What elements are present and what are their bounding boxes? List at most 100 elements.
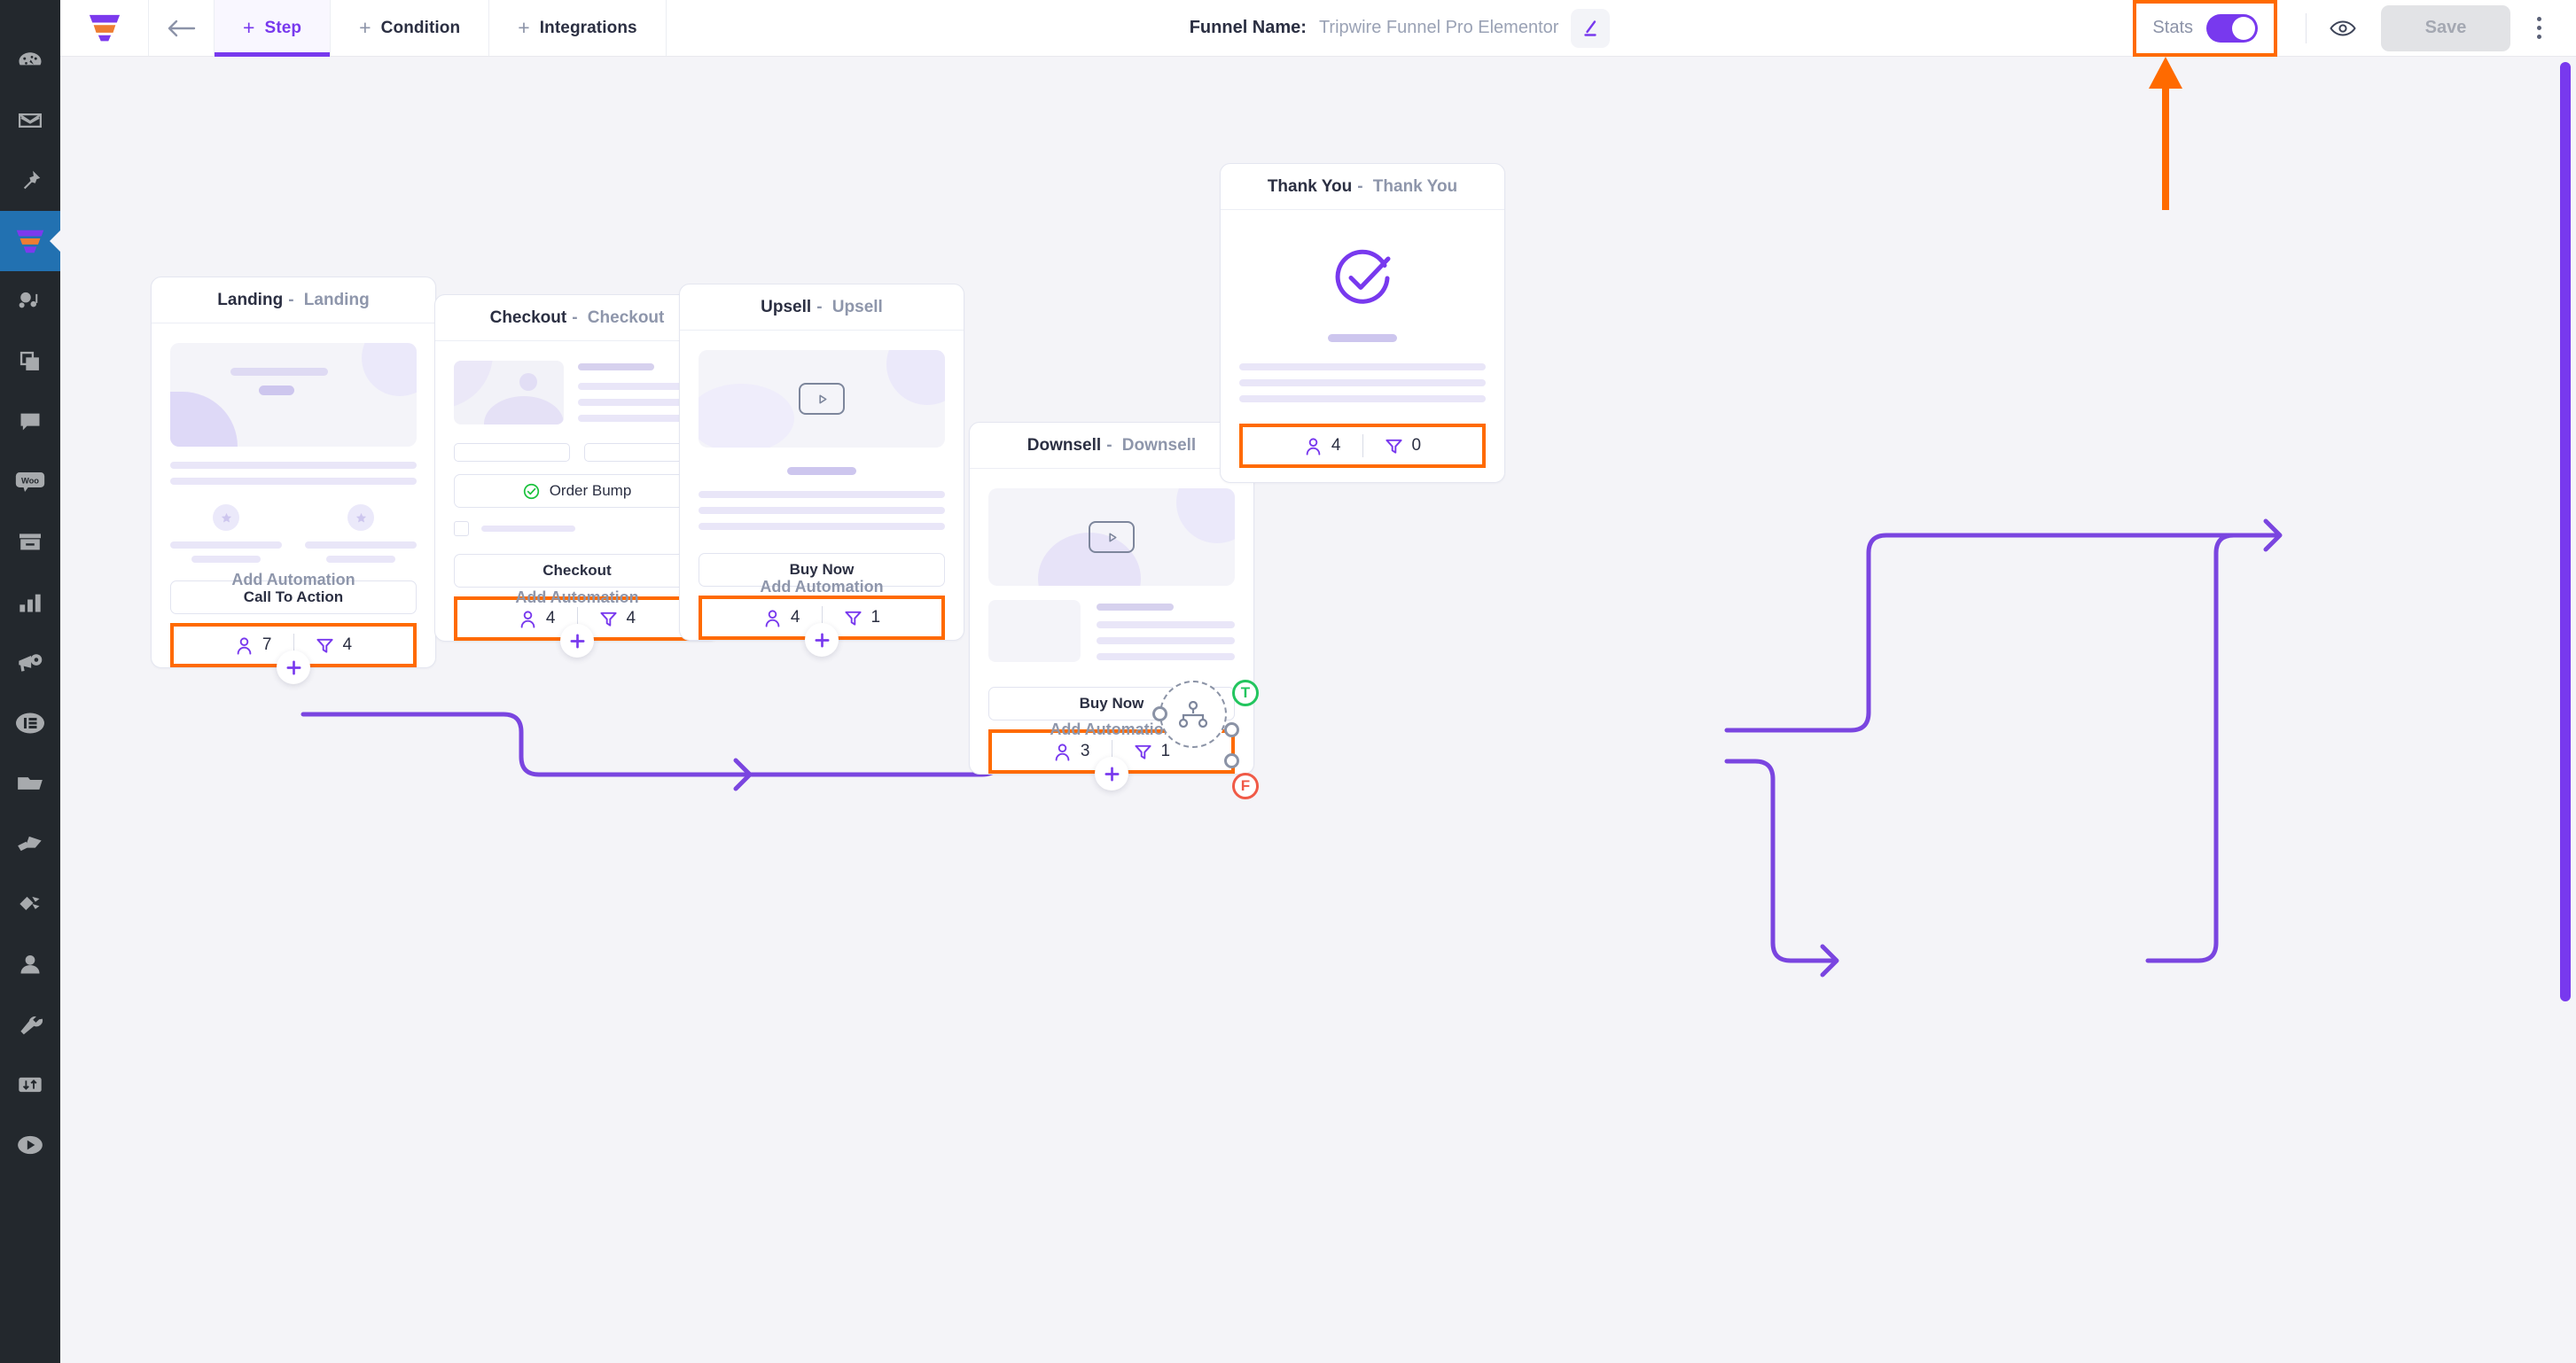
stats-toggle-group[interactable]: Stats: [2133, 0, 2277, 57]
rail-item-woocommerce[interactable]: Woo: [0, 452, 60, 512]
stat-contacts: 7: [214, 635, 293, 655]
funnel-name-label: Funnel Name:: [1189, 18, 1307, 37]
rail-item-media[interactable]: [0, 271, 60, 331]
back-button[interactable]: [149, 0, 215, 56]
comments-icon: [20, 413, 40, 431]
node-subtitle: - Thank You: [1357, 176, 1458, 196]
tab-integrations[interactable]: + Integrations: [489, 0, 667, 56]
skeleton-line: [699, 507, 945, 514]
condition-input-port[interactable]: [1152, 706, 1167, 721]
more-options-button[interactable]: [2516, 17, 2562, 39]
condition-false-port[interactable]: [1224, 753, 1239, 768]
rail-item-appearance[interactable]: [0, 814, 60, 874]
stat-contacts: 3: [1032, 742, 1112, 761]
funnel-canvas[interactable]: Landing - Landing Call To Action 7 4 Add…: [60, 57, 2576, 1363]
skeleton-line: [1097, 637, 1235, 644]
skeleton-line: [170, 541, 282, 549]
add-automation-checkout[interactable]: Add Automation: [515, 588, 638, 607]
rail-item-pages[interactable]: [0, 331, 60, 392]
stat-conversions-value: 4: [342, 635, 353, 654]
kebab-dot: [2536, 35, 2541, 39]
rail-item-pinned[interactable]: [0, 151, 60, 211]
brush-icon: [18, 836, 42, 852]
wrench-icon: [20, 1016, 43, 1035]
stat-contacts-value: 7: [262, 635, 272, 654]
video-placeholder: [699, 350, 945, 448]
canvas-scrollbar[interactable]: [2560, 62, 2571, 1001]
add-automation-landing[interactable]: Add Automation: [231, 571, 355, 589]
preview-button[interactable]: [2322, 8, 2363, 49]
funnel-logo-icon: [89, 15, 120, 42]
add-automation-upsell[interactable]: Add Automation: [760, 578, 883, 596]
condition-true-badge[interactable]: T: [1232, 680, 1259, 706]
rail-item-tools[interactable]: [0, 994, 60, 1055]
add-step-button[interactable]: [1095, 757, 1128, 791]
tab-condition[interactable]: + Condition: [331, 0, 490, 56]
user-icon: [1306, 437, 1321, 456]
stats-toggle[interactable]: [2206, 13, 2258, 43]
cta-button[interactable]: Checkout: [454, 554, 700, 588]
terms-checkbox-row[interactable]: [454, 521, 700, 536]
funnel-icon: [1134, 744, 1151, 759]
plus-icon: [1105, 767, 1119, 781]
stat-conversions-value: 4: [626, 609, 636, 627]
stat-contacts-value: 4: [545, 609, 556, 627]
marketing-icon: [19, 654, 43, 672]
rail-item-products[interactable]: [0, 512, 60, 572]
checkbox[interactable]: [454, 521, 469, 536]
app-logo[interactable]: [60, 0, 149, 56]
funnel-icon: [599, 611, 617, 627]
skeleton-line: [578, 363, 654, 370]
skeleton-line: [699, 491, 945, 498]
edit-funnel-name-button[interactable]: [1571, 8, 1611, 48]
rail-item-elementor[interactable]: [0, 693, 60, 753]
add-step-button[interactable]: [805, 623, 839, 657]
wordpress-admin-rail: Woo: [0, 0, 60, 1363]
rail-item-dashboard[interactable]: [0, 30, 60, 90]
stat-conversions: 4: [294, 635, 374, 655]
order-bump-label: Order Bump: [549, 482, 632, 499]
condition-node[interactable]: [1159, 681, 1227, 748]
node-title: Checkout: [489, 308, 567, 327]
product-image-placeholder: [454, 361, 564, 424]
rail-item-users[interactable]: [0, 934, 60, 994]
folder-icon: [18, 777, 43, 790]
condition-true-port[interactable]: [1224, 722, 1239, 737]
stat-conversions-value: 1: [1160, 742, 1171, 760]
save-button[interactable]: Save: [2381, 4, 2510, 51]
decor-blob: [484, 396, 564, 424]
toolbar-right-group: Stats Save: [2133, 0, 2576, 57]
node-header: Thank You - Thank You: [1221, 164, 1504, 210]
rail-item-plugins[interactable]: [0, 874, 60, 934]
skeleton-line: [170, 478, 417, 485]
funnel-icon: [16, 230, 44, 253]
rail-item-marketing[interactable]: [0, 633, 60, 693]
play-icon: [18, 1135, 43, 1155]
stat-conversions-value: 1: [870, 608, 881, 627]
add-step-button[interactable]: [277, 650, 310, 684]
stat-conversions: 0: [1363, 436, 1443, 456]
step-node-landing[interactable]: Landing - Landing Call To Action 7 4: [151, 276, 436, 684]
rail-item-video[interactable]: [0, 1115, 60, 1175]
back-arrow-icon: [168, 19, 195, 36]
rail-item-funnels[interactable]: [0, 211, 60, 271]
add-automation-downsell[interactable]: Add Automation: [1050, 720, 1173, 739]
dashboard-icon: [19, 52, 42, 66]
rail-item-mail[interactable]: [0, 90, 60, 151]
tab-step[interactable]: + Step: [215, 0, 332, 57]
rail-item-comments[interactable]: [0, 392, 60, 452]
rail-item-settings[interactable]: [0, 1055, 60, 1115]
node-header: Landing - Landing: [152, 277, 435, 323]
condition-false-badge[interactable]: F: [1232, 773, 1259, 799]
features-skeleton: [170, 504, 417, 563]
order-bump-row[interactable]: Order Bump: [454, 474, 700, 508]
plus-icon: +: [243, 16, 255, 39]
rail-item-templates[interactable]: [0, 753, 60, 814]
add-step-button[interactable]: [560, 624, 594, 658]
stat-conversions-value: 0: [1411, 436, 1422, 455]
form-field[interactable]: [454, 443, 570, 462]
skeleton-line: [1239, 395, 1486, 402]
rail-item-analytics[interactable]: [0, 572, 60, 633]
step-node-thankyou[interactable]: Thank You - Thank You 4 0: [1220, 163, 1505, 483]
funnel-icon: [316, 638, 333, 653]
